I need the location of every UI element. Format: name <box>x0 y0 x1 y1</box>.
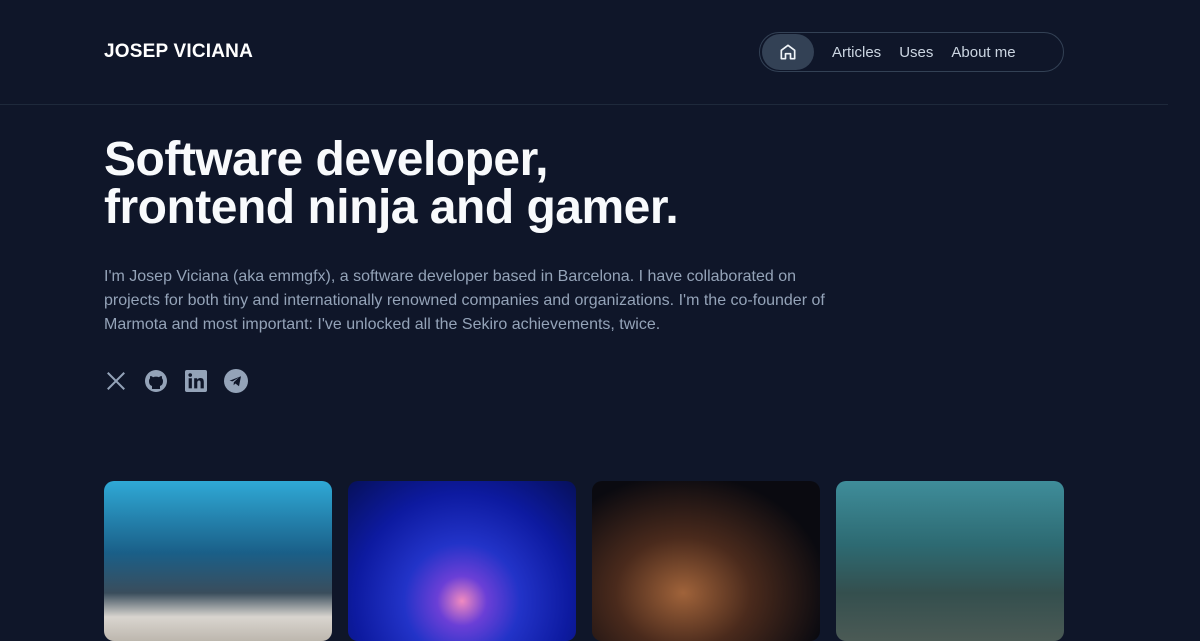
page-title: Software developer, frontend ninja and g… <box>104 133 679 234</box>
nav-uses[interactable]: Uses <box>899 44 933 61</box>
telegram-icon[interactable] <box>224 369 248 393</box>
title-line-2: frontend ninja and gamer. <box>104 181 679 234</box>
x-icon[interactable] <box>104 369 128 393</box>
nav-about[interactable]: About me <box>951 44 1015 61</box>
linkedin-icon[interactable] <box>184 369 208 393</box>
social-links <box>104 369 248 393</box>
title-line-1: Software developer, <box>104 133 549 186</box>
nav-articles[interactable]: Articles <box>832 44 881 61</box>
photo-city-night[interactable] <box>592 481 820 641</box>
github-icon[interactable] <box>144 369 168 393</box>
nav-home[interactable] <box>762 34 814 70</box>
home-icon <box>780 44 796 60</box>
photo-gamepad[interactable] <box>104 481 332 641</box>
header: JOSEP VICIANA Articles Uses About me <box>0 0 1168 105</box>
site-logo[interactable]: JOSEP VICIANA <box>104 41 253 63</box>
photo-catfish[interactable] <box>836 481 1064 641</box>
photo-neon-tunnel[interactable] <box>348 481 576 641</box>
main-nav: Articles Uses About me <box>759 32 1064 72</box>
intro-text: I'm Josep Viciana (aka emmgfx), a softwa… <box>104 268 825 333</box>
